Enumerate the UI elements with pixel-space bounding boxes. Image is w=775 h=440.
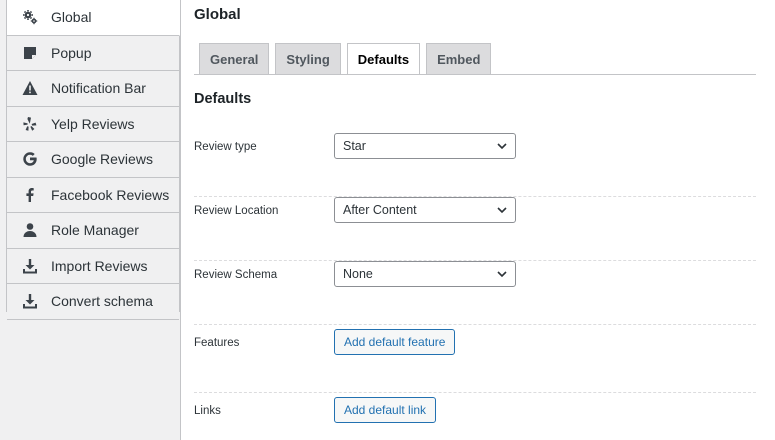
review-location-value: After Content [343, 203, 417, 217]
user-icon [21, 221, 39, 239]
review-location-select[interactable]: After Content [334, 197, 516, 223]
sidebar-item-label: Global [51, 9, 92, 26]
review-location-row: Review Location After Content [194, 197, 756, 261]
sidebar-item-label: Google Reviews [51, 151, 153, 168]
sidebar-item-label: Convert schema [51, 293, 153, 310]
section-title: Defaults [194, 91, 252, 107]
warning-icon [21, 79, 39, 97]
sidebar-item-global[interactable]: Global [7, 0, 180, 36]
features-row: Features Add default feature [194, 329, 756, 393]
tab-bar: General Styling Defaults Embed [199, 43, 492, 75]
chevron-down-icon [496, 268, 508, 280]
sidebar-item-label: Import Reviews [51, 257, 148, 274]
review-location-label: Review Location [194, 205, 279, 217]
add-default-feature-button[interactable]: Add default feature [334, 329, 456, 355]
review-schema-label: Review Schema [194, 269, 278, 281]
tab-styling[interactable]: Styling [275, 43, 341, 74]
download-icon [21, 292, 39, 310]
google-icon [21, 150, 39, 168]
sidebar-item-google-reviews[interactable]: Google Reviews [7, 142, 179, 178]
sidebar-item-label: Notification Bar [51, 80, 146, 97]
links-label: Links [194, 405, 221, 417]
sidebar-item-label: Yelp Reviews [51, 115, 135, 132]
page-title: Global [194, 6, 241, 23]
features-label: Features [194, 337, 240, 349]
download-icon [21, 257, 39, 275]
tab-general[interactable]: General [199, 43, 270, 74]
sidebar-item-notification-bar[interactable]: Notification Bar [7, 71, 179, 107]
sidebar-item-role-manager[interactable]: Role Manager [7, 213, 179, 249]
sidebar-item-facebook-reviews[interactable]: Facebook Reviews [7, 177, 179, 213]
tab-divider [194, 74, 756, 75]
tab-embed[interactable]: Embed [426, 43, 492, 74]
review-type-row: Review type Star [194, 133, 756, 197]
sidebar-item-yelp-reviews[interactable]: Yelp Reviews [7, 106, 179, 142]
settings-sidebar: Global Popup Notification Bar Yelp Revie… [6, 0, 180, 320]
chevron-down-icon [496, 140, 508, 152]
gears-icon [21, 8, 39, 26]
sidebar-item-label: Facebook Reviews [51, 186, 170, 203]
facebook-icon [21, 186, 39, 204]
review-schema-select[interactable]: None [334, 261, 516, 287]
sticky-note-icon [21, 44, 39, 62]
sidebar-item-label: Popup [51, 44, 92, 61]
review-type-label: Review type [194, 141, 257, 153]
links-row: Links Add default link [194, 397, 756, 440]
review-schema-value: None [343, 267, 373, 281]
sidebar-item-convert-schema[interactable]: Convert schema [7, 284, 179, 320]
sidebar-item-popup[interactable]: Popup [7, 35, 179, 71]
review-type-value: Star [343, 139, 366, 153]
review-schema-row: Review Schema None [194, 261, 756, 325]
settings-main-panel: Global General Styling Defaults Embed De… [180, 0, 775, 440]
review-type-select[interactable]: Star [334, 133, 516, 159]
yelp-icon [21, 115, 39, 133]
chevron-down-icon [496, 204, 508, 216]
tab-defaults[interactable]: Defaults [346, 43, 421, 75]
sidebar-item-label: Role Manager [51, 222, 139, 239]
add-default-link-button[interactable]: Add default link [334, 397, 437, 423]
sidebar-item-import-reviews[interactable]: Import Reviews [7, 248, 179, 284]
